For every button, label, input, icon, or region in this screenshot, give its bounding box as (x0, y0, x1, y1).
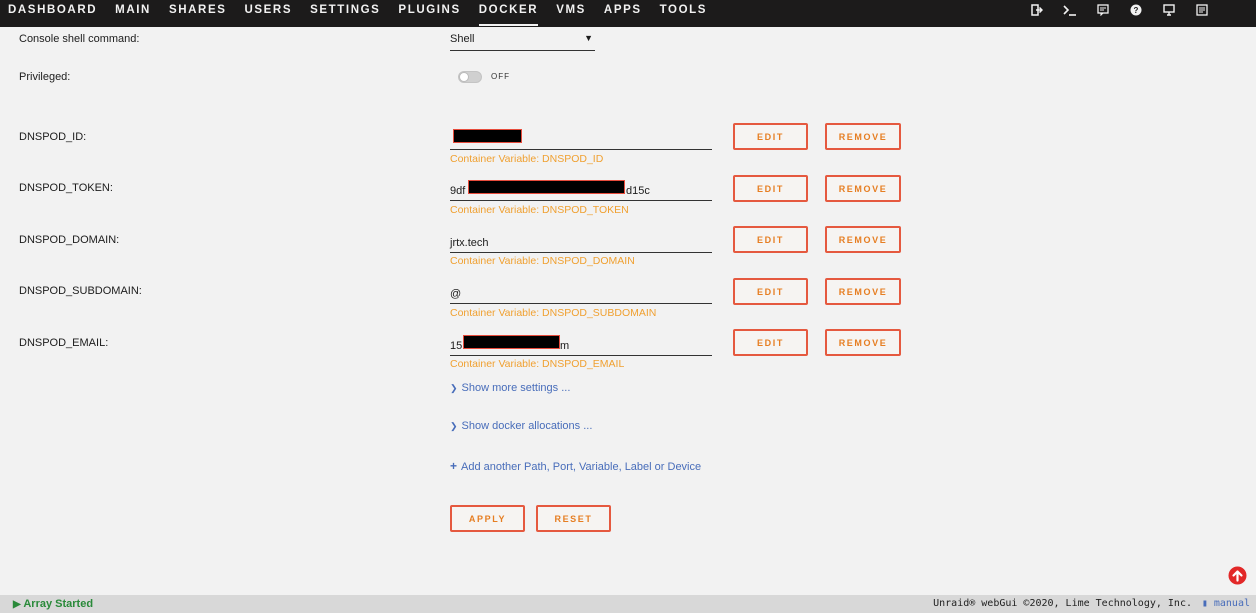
nav-main[interactable]: MAIN (115, 0, 151, 27)
nav-plugins[interactable]: PLUGINS (398, 0, 460, 27)
console-shell-label: Console shell command: (19, 33, 140, 45)
toggle-knob (459, 72, 469, 82)
var-input-dnspod-email[interactable]: 15 m (450, 335, 712, 356)
var-value: jrtx.tech (450, 237, 489, 249)
remove-button-dnspod-subdomain[interactable]: REMOVE (825, 278, 901, 305)
nav-users[interactable]: USERS (244, 0, 292, 27)
edit-button-dnspod-subdomain[interactable]: EDIT (733, 278, 808, 305)
show-more-settings-link[interactable]: ❯ Show more settings ... (450, 382, 570, 394)
reset-button[interactable]: RESET (536, 505, 611, 532)
play-circle-icon: ▶ (13, 599, 21, 610)
redaction-block (468, 180, 625, 194)
scroll-top-icon[interactable] (1228, 566, 1247, 585)
redaction-block (463, 335, 560, 349)
apply-button[interactable]: APPLY (450, 505, 525, 532)
nav-settings[interactable]: SETTINGS (310, 0, 380, 27)
svg-text:?: ? (1133, 6, 1138, 15)
copyright-text: Unraid® webGui ©2020, Lime Technology, I… (933, 598, 1192, 609)
var-hint-dnspod-email: Container Variable: DNSPOD_EMAIL (450, 358, 625, 370)
remove-button-dnspod-id[interactable]: REMOVE (825, 123, 901, 150)
redaction-block (453, 129, 522, 143)
top-nav-bar: DASHBOARD MAIN SHARES USERS SETTINGS PLU… (0, 0, 1256, 27)
edit-button-dnspod-email[interactable]: EDIT (733, 329, 808, 356)
var-input-dnspod-domain[interactable]: jrtx.tech (450, 232, 712, 253)
info-icon[interactable] (1152, 0, 1185, 20)
edit-button-dnspod-token[interactable]: EDIT (733, 175, 808, 202)
privileged-state: OFF (491, 72, 510, 81)
console-shell-select[interactable]: Shell ▼ (450, 31, 595, 51)
var-value-suffix: m (560, 340, 570, 352)
remove-button-dnspod-domain[interactable]: REMOVE (825, 226, 901, 253)
privileged-label: Privileged: (19, 71, 71, 83)
var-label-dnspod-token: DNSPOD_TOKEN: (19, 182, 113, 194)
nav-apps[interactable]: APPS (604, 0, 642, 27)
var-hint-dnspod-id: Container Variable: DNSPOD_ID (450, 153, 604, 165)
var-input-dnspod-subdomain[interactable]: @ (450, 283, 712, 304)
var-hint-dnspod-subdomain: Container Variable: DNSPOD_SUBDOMAIN (450, 307, 657, 319)
nav-tools[interactable]: TOOLS (660, 0, 707, 27)
privileged-toggle[interactable] (458, 71, 482, 83)
chevron-down-icon: ❯ (450, 383, 458, 393)
remove-button-dnspod-token[interactable]: REMOVE (825, 175, 901, 202)
show-docker-allocations-link[interactable]: ❯ Show docker allocations ... (450, 420, 592, 432)
nav-vms[interactable]: VMS (556, 0, 586, 27)
nav-docker[interactable]: DOCKER (478, 0, 539, 27)
logout-icon[interactable] (1020, 0, 1053, 20)
var-label-dnspod-email: DNSPOD_EMAIL: (19, 337, 109, 349)
book-icon: ▮ (1201, 598, 1208, 609)
caret-down-icon: ▼ (584, 33, 593, 43)
terminal-icon[interactable] (1053, 0, 1086, 20)
var-hint-dnspod-token: Container Variable: DNSPOD_TOKEN (450, 204, 629, 216)
add-another-link[interactable]: + Add another Path, Port, Variable, Label… (450, 459, 701, 473)
feedback-icon[interactable] (1086, 0, 1119, 20)
array-status: ▶ Array Started (13, 598, 94, 610)
help-icon[interactable]: ? (1119, 0, 1152, 20)
manual-link[interactable]: ▮ manual (1202, 598, 1250, 609)
nav-shares[interactable]: SHARES (169, 0, 227, 27)
var-input-dnspod-id[interactable] (450, 129, 712, 150)
var-label-dnspod-domain: DNSPOD_DOMAIN: (19, 234, 120, 246)
remove-button-dnspod-email[interactable]: REMOVE (825, 329, 901, 356)
plus-icon: + (450, 459, 458, 473)
var-value: @ (450, 288, 462, 300)
var-hint-dnspod-domain: Container Variable: DNSPOD_DOMAIN (450, 255, 635, 267)
nav-dashboard[interactable]: DASHBOARD (8, 0, 97, 27)
var-value-prefix: 9df (450, 185, 466, 197)
main-nav: DASHBOARD MAIN SHARES USERS SETTINGS PLU… (8, 0, 725, 27)
nav-icon-group: ? (1020, 0, 1218, 20)
var-input-dnspod-token[interactable]: 9df d15c (450, 180, 712, 201)
console-shell-value: Shell (450, 33, 475, 45)
footer-bar: ▶ Array Started Unraid® webGui ©2020, Li… (0, 595, 1256, 613)
log-icon[interactable] (1185, 0, 1218, 20)
var-value-suffix: d15c (626, 185, 650, 197)
var-label-dnspod-id: DNSPOD_ID: (19, 131, 87, 143)
edit-button-dnspod-domain[interactable]: EDIT (733, 226, 808, 253)
edit-button-dnspod-id[interactable]: EDIT (733, 123, 808, 150)
var-label-dnspod-subdomain: DNSPOD_SUBDOMAIN: (19, 285, 142, 297)
var-value-prefix: 15 (450, 340, 463, 352)
chevron-down-icon: ❯ (450, 421, 458, 431)
